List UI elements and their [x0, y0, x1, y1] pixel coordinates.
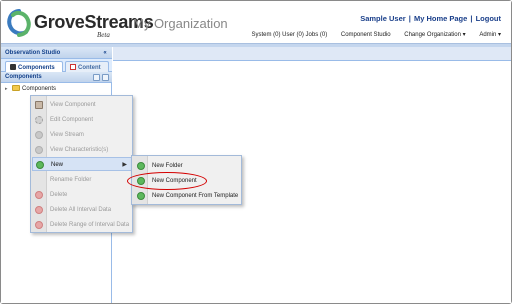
- menu-item-label: Delete Range of Interval Data: [50, 222, 130, 228]
- menu-item-view-component[interactable]: View Component: [32, 98, 133, 112]
- top-nav: System (0) User (0) Jobs (0) Component S…: [240, 31, 501, 38]
- components-section-header: Components: [1, 72, 112, 83]
- menu-item-rename-folder[interactable]: Rename Folder: [32, 173, 133, 187]
- menu-item-edit-component[interactable]: Edit Component: [32, 113, 133, 127]
- menu-item-label: View Component: [50, 102, 96, 108]
- collapse-panel-icon[interactable]: «: [101, 49, 109, 57]
- submenu-item-new-folder[interactable]: New Folder: [133, 159, 242, 173]
- home-page-link[interactable]: My Home Page: [414, 14, 467, 23]
- organization-name: My Organization: [133, 16, 228, 31]
- menu-item-label: Edit Component: [50, 117, 94, 123]
- menu-item-label: View Stream: [50, 132, 84, 138]
- highlight-annotation: [127, 172, 207, 190]
- delete-icon: [35, 191, 43, 199]
- admin-menu[interactable]: Admin ▾: [479, 32, 501, 38]
- context-menu: View Component Edit Component View Strea…: [30, 95, 133, 233]
- submenu-arrow-icon: ▶: [122, 162, 127, 168]
- tree-expander-icon[interactable]: ▸: [5, 86, 10, 92]
- jobs-status[interactable]: System (0) User (0) Jobs (0): [252, 32, 328, 38]
- menu-item-delete-all-interval-data[interactable]: Delete All Interval Data: [32, 203, 133, 217]
- delete-icon: [35, 206, 43, 214]
- section-title: Components: [5, 74, 42, 80]
- link-separator: |: [468, 14, 475, 23]
- component-studio-link[interactable]: Component Studio: [341, 32, 391, 38]
- characteristic-icon: [35, 146, 43, 154]
- stream-icon: [35, 131, 43, 139]
- menu-item-label: View Characteristic(s): [50, 147, 109, 153]
- menu-item-label: Delete: [50, 192, 68, 198]
- grovestreams-logo-icon: [7, 9, 31, 37]
- link-separator: |: [406, 14, 413, 23]
- panel-title: Observation Studio «: [1, 47, 112, 59]
- menu-item-label: Delete All Interval Data: [50, 207, 112, 213]
- content-tab-icon: [70, 64, 76, 70]
- panel-tabs: Components Content: [1, 59, 112, 72]
- folder-icon: [12, 85, 20, 91]
- tab-components[interactable]: Components: [5, 61, 63, 72]
- tab-label: Content: [78, 65, 101, 71]
- menu-item-view-characteristics[interactable]: View Characteristic(s): [32, 143, 133, 157]
- component-icon: [35, 101, 43, 109]
- submenu-item-label: New Folder: [152, 163, 183, 169]
- gear-icon: [35, 116, 43, 124]
- menu-item-label: New: [51, 162, 64, 168]
- submenu-item-new-component-from-template[interactable]: New Component From Template: [133, 189, 242, 203]
- settings-icon[interactable]: [102, 74, 109, 81]
- panel-title-text: Observation Studio: [5, 50, 61, 56]
- delete-icon: [35, 221, 43, 229]
- refresh-icon[interactable]: [93, 74, 100, 81]
- add-icon: [137, 162, 145, 170]
- menu-item-new[interactable]: New ▶: [32, 157, 133, 171]
- components-tab-icon: [10, 64, 16, 70]
- menu-item-delete-range-interval-data[interactable]: Delete Range of Interval Data: [32, 218, 133, 232]
- add-icon: [137, 192, 145, 200]
- user-name-link[interactable]: Sample User: [360, 14, 405, 23]
- content-toolbar: [113, 47, 511, 61]
- menu-item-label: Rename Folder: [50, 177, 92, 183]
- logout-link[interactable]: Logout: [476, 14, 501, 23]
- tree-node-label: Components: [22, 86, 57, 92]
- tab-content[interactable]: Content: [65, 61, 109, 72]
- app-header: GroveStreams Beta My Organization Sample…: [1, 1, 511, 43]
- tree-node-components[interactable]: ▸ Components: [5, 85, 56, 92]
- beta-label: Beta: [97, 31, 110, 39]
- menu-item-view-stream[interactable]: View Stream: [32, 128, 133, 142]
- tab-label: Components: [18, 65, 55, 71]
- submenu-item-label: New Component From Template: [152, 193, 239, 199]
- add-icon: [36, 161, 44, 169]
- menu-item-delete[interactable]: Delete: [32, 188, 133, 202]
- user-links: Sample User | My Home Page | Logout: [360, 14, 501, 23]
- change-organization-menu[interactable]: Change Organization ▾: [404, 32, 465, 38]
